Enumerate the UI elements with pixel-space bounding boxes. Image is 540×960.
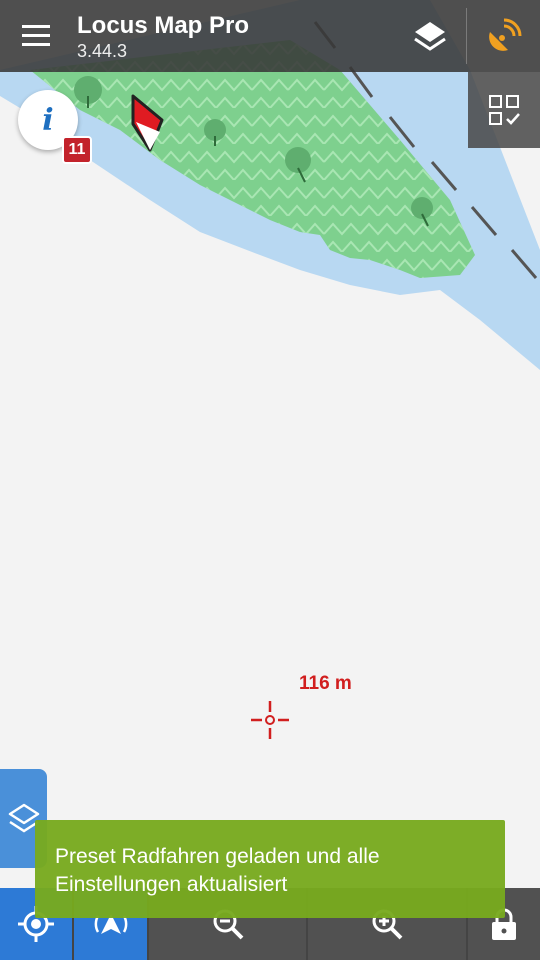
satellite-gps-icon [489, 18, 522, 51]
map-layers-button[interactable] [404, 14, 456, 60]
toast-notification: Preset Radfahren geladen und alle Einste… [35, 820, 505, 918]
toolbar-divider [466, 8, 467, 64]
menu-button[interactable] [14, 16, 58, 56]
app-version: 3.44.3 [77, 41, 128, 61]
app-title: Locus Map Pro [77, 12, 250, 39]
toast-line-2: Einstellungen aktualisiert [55, 873, 288, 896]
scale-label: 116 m [299, 673, 352, 694]
app-bar: Locus Map Pro 3.44.3 [0, 0, 540, 72]
hamburger-menu-icon [22, 25, 50, 46]
layers-icon [414, 22, 446, 51]
dashboard-button[interactable] [468, 72, 540, 148]
toast-line-1: Preset Radfahren geladen und alle [55, 845, 380, 868]
gps-button[interactable] [468, 0, 540, 72]
crosshair-icon [251, 701, 289, 739]
info-badge-count: 11 [62, 136, 92, 164]
dashboard-grid-icon [489, 95, 520, 125]
info-icon: i [42, 102, 54, 138]
